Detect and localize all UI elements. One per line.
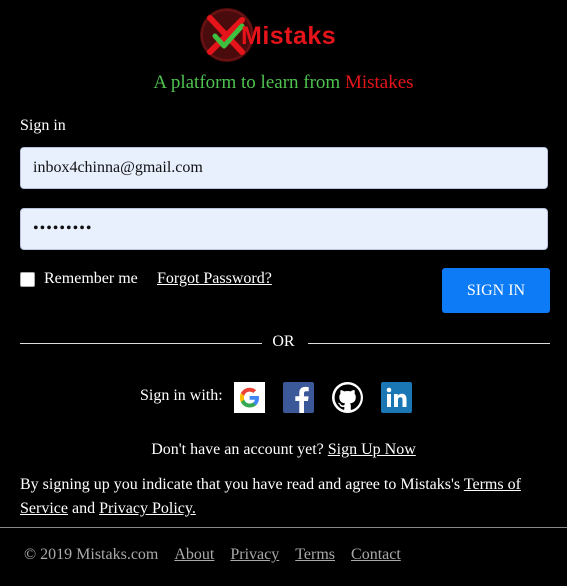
mistaks-logo: Mistaks xyxy=(197,8,372,62)
terms-prefix: By signing up you indicate that you have… xyxy=(20,476,464,493)
password-field[interactable] xyxy=(20,208,548,250)
signup-prompt: Don't have an account yet? Sign Up Now xyxy=(0,441,567,459)
privacy-policy-link[interactable]: Privacy Policy. xyxy=(99,500,196,517)
tagline-prefix: A platform to learn from xyxy=(153,72,345,93)
footer-copyright: © 2019 Mistaks.com xyxy=(24,546,159,563)
signin-label: Sign in xyxy=(20,117,66,134)
linkedin-icon[interactable] xyxy=(381,382,412,413)
google-icon[interactable] xyxy=(234,382,265,413)
footer-link-terms[interactable]: Terms xyxy=(295,546,335,564)
terms-notice: By signing up you indicate that you have… xyxy=(20,473,550,521)
facebook-icon[interactable] xyxy=(283,382,314,413)
signup-prefix: Don't have an account yet? xyxy=(151,441,328,458)
footer: © 2019 Mistaks.com About Privacy Terms C… xyxy=(24,546,417,564)
github-icon[interactable] xyxy=(332,382,363,413)
forgot-password-link[interactable]: Forgot Password? xyxy=(157,270,272,288)
tagline-highlight: Mistakes xyxy=(344,72,414,93)
divider-right xyxy=(308,343,550,344)
tagline: A platform to learn from Mistakes xyxy=(0,72,567,94)
signin-with-label: Sign in with: xyxy=(140,387,223,404)
footer-divider xyxy=(0,527,567,528)
footer-link-contact[interactable]: Contact xyxy=(351,546,401,564)
footer-link-privacy[interactable]: Privacy xyxy=(230,546,279,564)
email-field[interactable] xyxy=(20,147,548,189)
logo-text: Mistaks xyxy=(241,22,337,50)
signup-link[interactable]: Sign Up Now xyxy=(328,441,416,458)
footer-link-about[interactable]: About xyxy=(174,546,214,564)
remember-label: Remember me xyxy=(44,270,138,287)
terms-middle: and xyxy=(67,500,100,517)
or-divider-text: OR xyxy=(272,333,295,350)
remember-me[interactable]: Remember me xyxy=(20,270,138,288)
remember-checkbox[interactable] xyxy=(20,271,35,287)
signin-button[interactable]: SIGN IN xyxy=(442,268,550,313)
